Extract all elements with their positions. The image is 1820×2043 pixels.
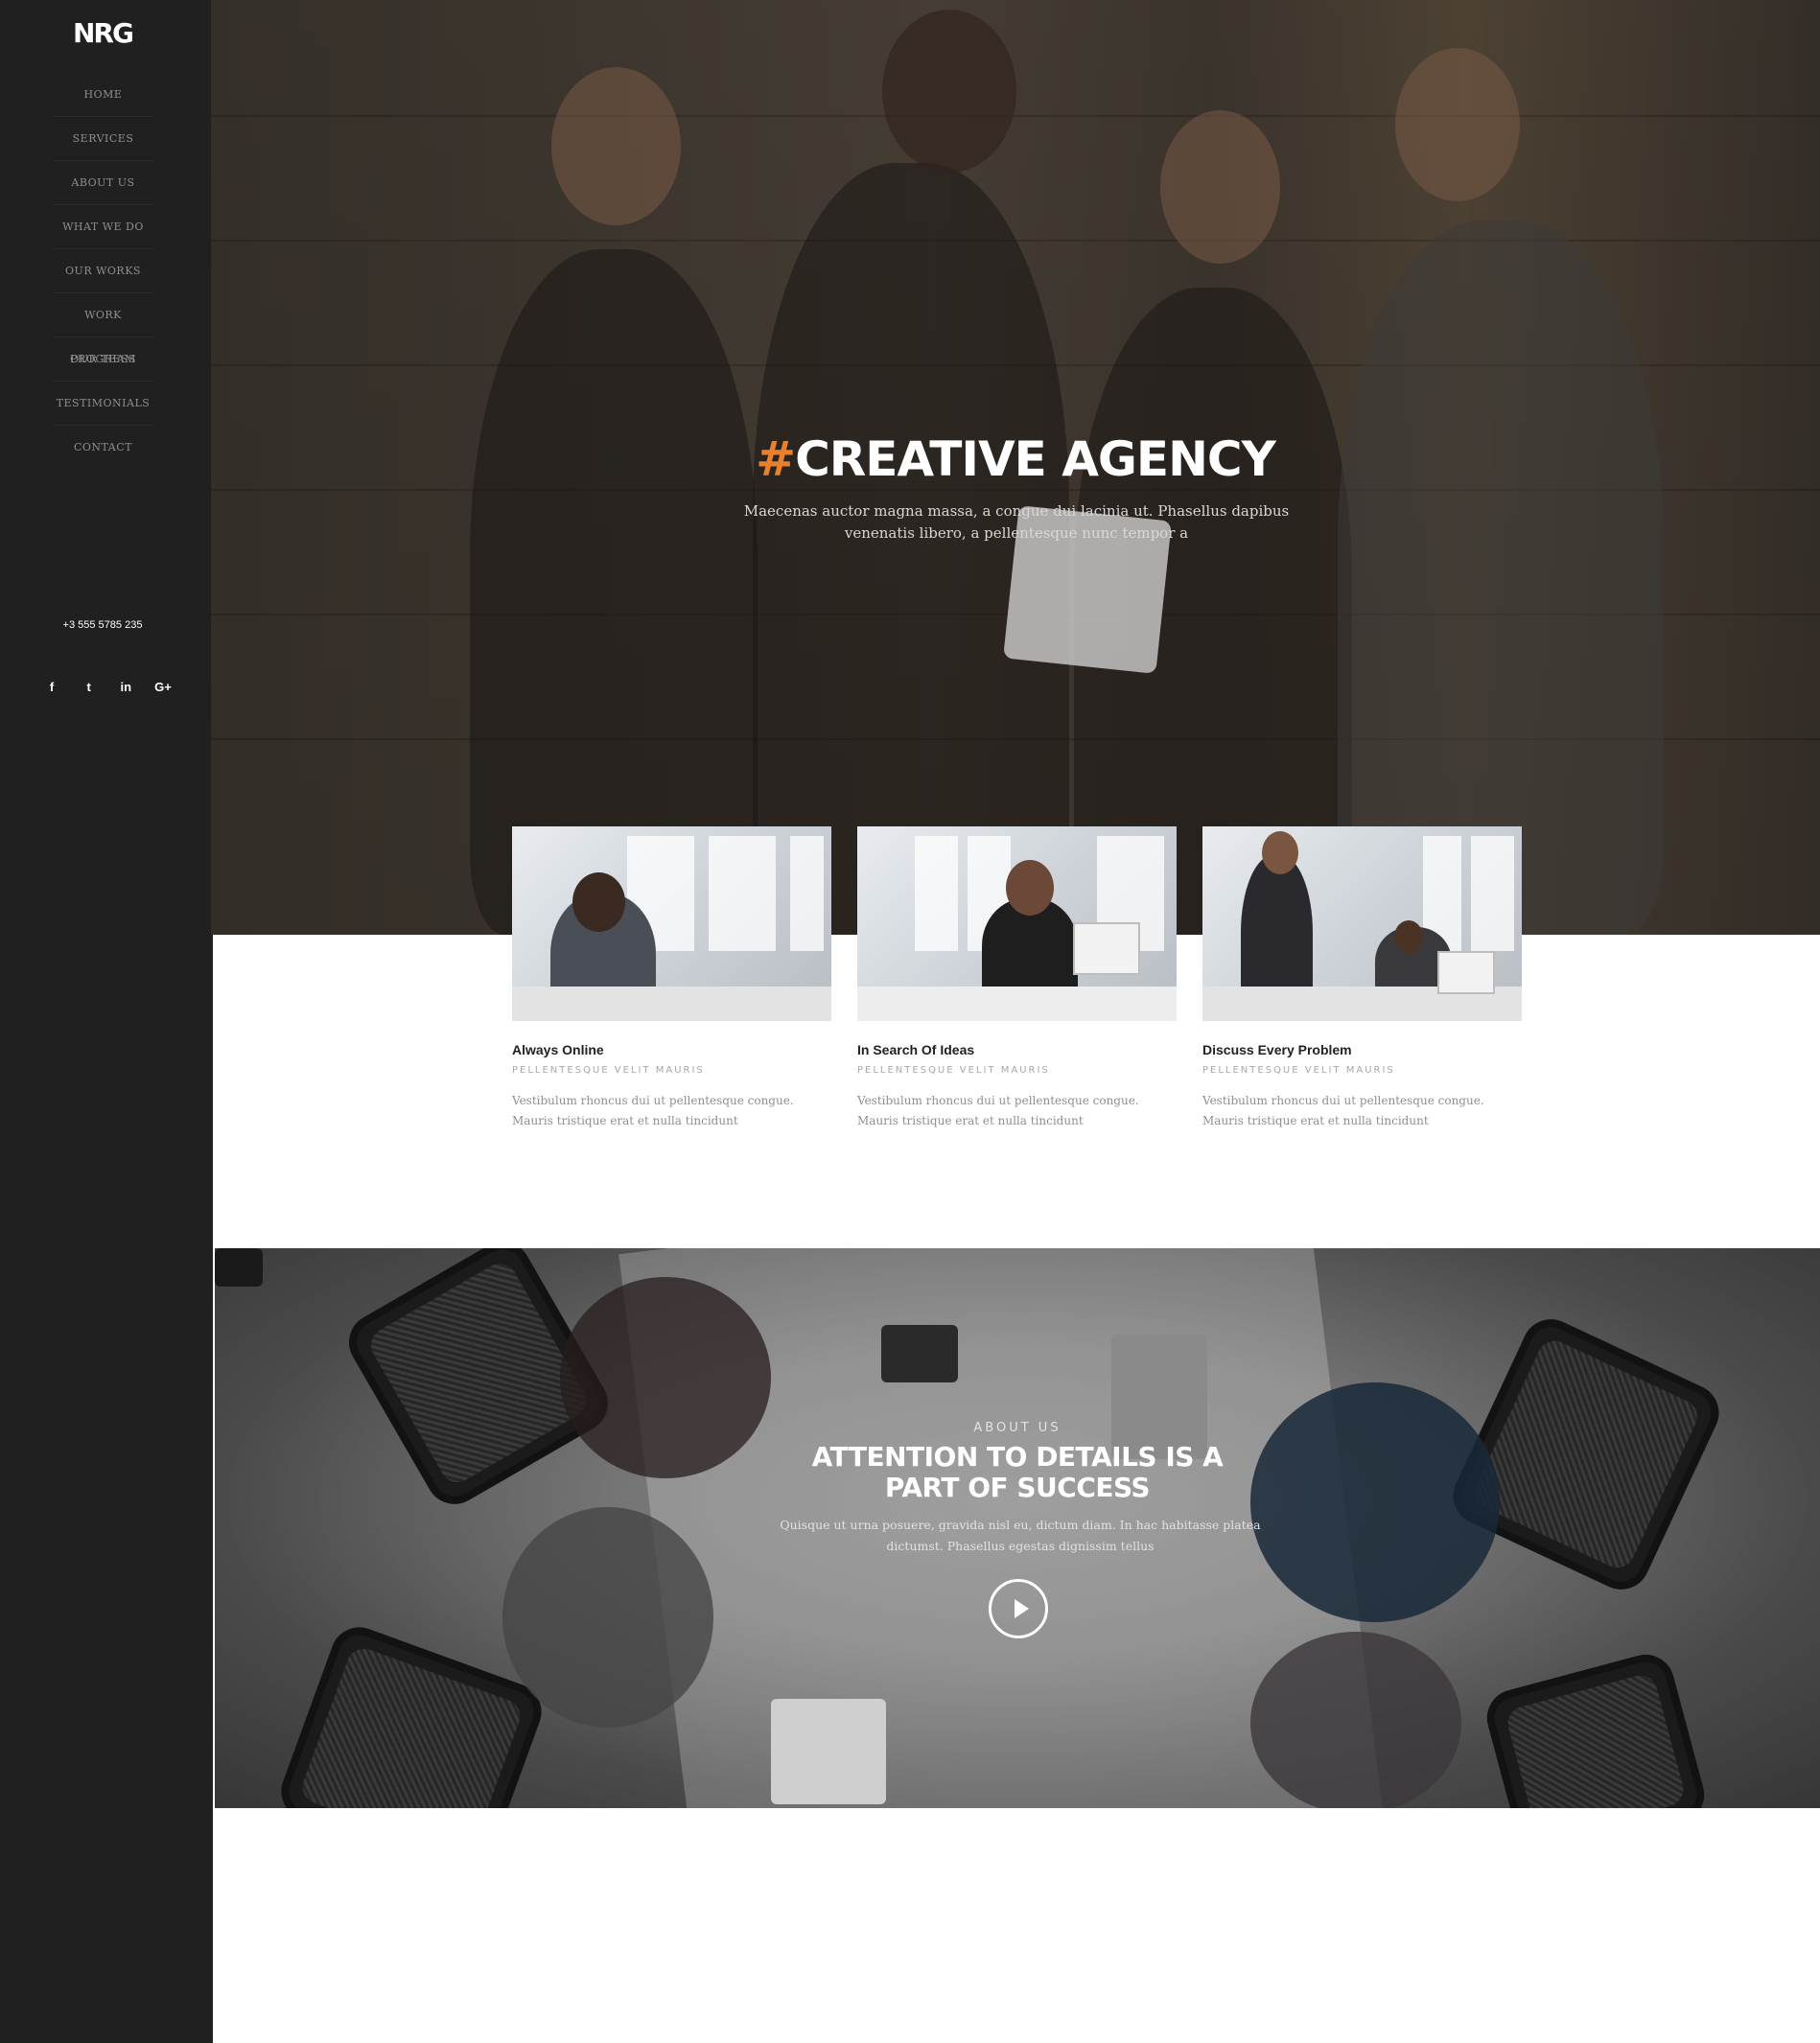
meeting-person — [1250, 1632, 1461, 1808]
nav-item-what-we-do[interactable]: WHAT WE DO — [53, 205, 153, 249]
card-text: Vestibulum rhoncus dui ut pellentesque c… — [857, 1094, 1139, 1127]
about-section: ABOUT US ATTENTION TO DETAILS IS A PART … — [215, 1248, 1820, 1808]
hero-person-head — [1395, 48, 1520, 201]
google-plus-icon[interactable]: G+ — [152, 676, 175, 699]
wall-plank — [211, 115, 1820, 117]
hero-person-head — [1160, 110, 1280, 264]
window — [790, 836, 824, 951]
hero-person-head — [882, 10, 1016, 173]
nav-item-services[interactable]: SERVICES — [53, 117, 153, 161]
section-label: ABOUT US — [973, 1421, 1062, 1435]
meeting-laptop — [771, 1699, 886, 1804]
photo-laptop — [1073, 922, 1140, 975]
hero-person-head — [551, 67, 681, 225]
meeting-person — [1250, 1382, 1500, 1622]
office-chair — [1481, 1648, 1711, 1808]
card-title: Always Online — [512, 1042, 604, 1057]
play-icon — [1015, 1599, 1029, 1618]
photo-laptop — [1437, 951, 1495, 994]
card-title: In Search Of Ideas — [857, 1042, 975, 1057]
card-tag: PELLENTESQUE VELIT MAURIS — [857, 1065, 1050, 1076]
hero-section: #CREATIVE AGENCY Maecenas auctor magna m… — [211, 0, 1820, 935]
feature-card: Discuss Every Problem PELLENTESQUE VELIT… — [1202, 826, 1522, 1131]
nav-item-contact[interactable]: CONTACT — [53, 426, 153, 470]
facebook-icon[interactable]: f — [40, 676, 63, 699]
card-image — [512, 826, 831, 1021]
section-subtitle: Quisque ut urna posuere, gravida nisl eu… — [780, 1518, 1261, 1553]
sidebar: NRG HOME SERVICES ABOUT US WHAT WE DO OU… — [0, 0, 213, 2043]
desk — [512, 987, 831, 1021]
tablet — [881, 1325, 958, 1382]
feature-card: Always Online PELLENTESQUE VELIT MAURIS … — [512, 826, 831, 1131]
linkedin-icon[interactable]: in — [114, 676, 137, 699]
card-text: Vestibulum rhoncus dui ut pellentesque c… — [512, 1094, 794, 1127]
desk — [857, 987, 1177, 1021]
window — [1471, 836, 1514, 951]
photo-person-head — [1006, 860, 1054, 916]
play-video-button[interactable] — [989, 1579, 1048, 1638]
nav-item-home[interactable]: HOME — [53, 73, 153, 117]
card-title: Discuss Every Problem — [1202, 1042, 1352, 1057]
photo-person-head — [1262, 831, 1298, 874]
meeting-person — [560, 1277, 771, 1478]
nav-item-testimonials[interactable]: TESTIMONIALS — [53, 382, 153, 426]
card-tag: PELLENTESQUE VELIT MAURIS — [512, 1065, 705, 1076]
social-links: f t in G+ — [40, 676, 175, 699]
twitter-icon[interactable]: t — [78, 676, 101, 699]
feature-card: In Search Of Ideas PELLENTESQUE VELIT MA… — [857, 826, 1177, 1131]
nav-item-our-team[interactable]: OUR TEAM — [53, 337, 153, 382]
hero-hash: # — [756, 431, 796, 487]
photo-person-head — [572, 872, 625, 932]
card-image — [857, 826, 1177, 1021]
nav-item-about-us[interactable]: ABOUT US — [53, 161, 153, 205]
nav-item-our-works[interactable]: OUR WORKS — [53, 249, 153, 293]
main-nav: HOME SERVICES ABOUT US WHAT WE DO OUR WO… — [53, 73, 153, 470]
card-image — [1202, 826, 1522, 1021]
phone-device — [215, 1248, 263, 1287]
hero-title-text: CREATIVE AGENCY — [795, 431, 1276, 487]
section-title: ATTENTION TO DETAILS IS A PART OF SUCCES… — [811, 1441, 1224, 1503]
phone-number[interactable]: +3 555 5785 235 — [0, 619, 205, 631]
nav-item-work-progress[interactable]: WORK PROGRESS — [53, 293, 153, 365]
hero-subtitle: Maecenas auctor magna massa, a congue du… — [743, 502, 1290, 542]
card-tag: PELLENTESQUE VELIT MAURIS — [1202, 1065, 1395, 1076]
window — [915, 836, 958, 951]
card-text: Vestibulum rhoncus dui ut pellentesque c… — [1202, 1094, 1484, 1127]
meeting-person — [502, 1507, 713, 1728]
hero-title: #CREATIVE AGENCY — [211, 431, 1820, 487]
photo-person-head — [1394, 920, 1423, 954]
logo[interactable]: NRG — [0, 17, 205, 49]
window — [709, 836, 776, 951]
